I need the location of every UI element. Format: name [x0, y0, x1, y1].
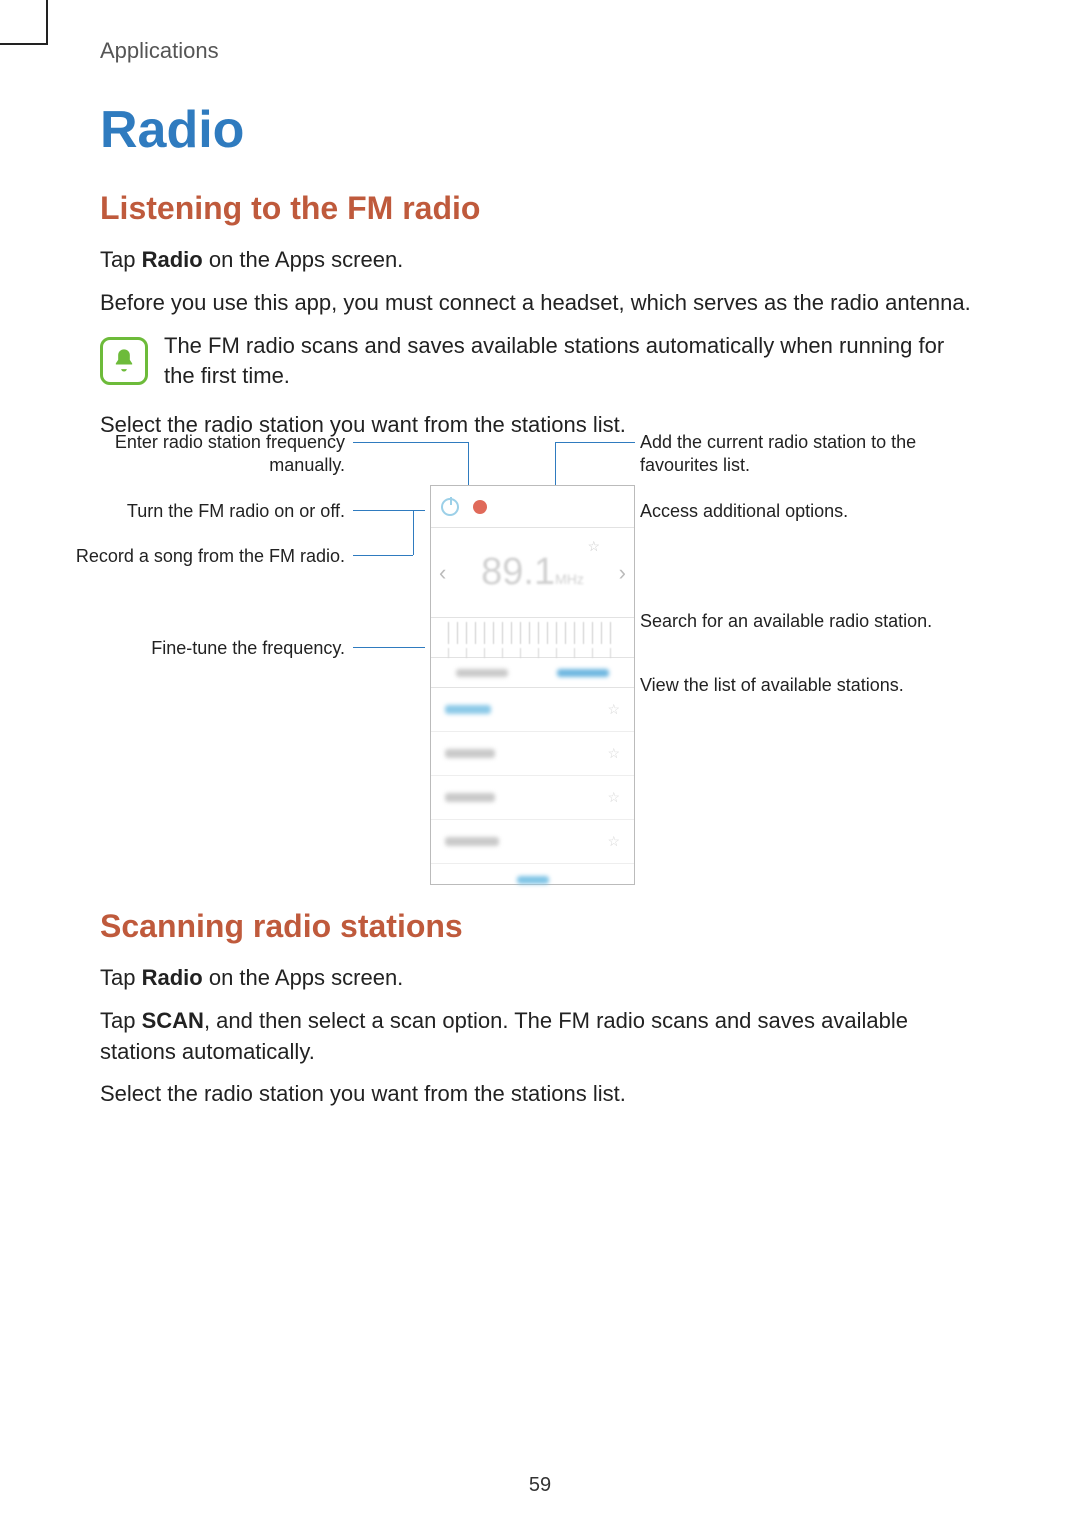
note-row: The FM radio scans and saves available s… [100, 331, 980, 393]
figure: Enter radio station frequency manually. … [70, 415, 1010, 905]
breadcrumb: Applications [100, 38, 219, 64]
section-scanning: Scanning radio stations Tap Radio on the… [100, 908, 980, 1122]
scan-button-row [431, 864, 634, 896]
section-listening: Listening to the FM radio Tap Radio on t… [100, 190, 980, 453]
connector-line [468, 442, 469, 485]
connector-line [353, 510, 425, 511]
connector-line [353, 647, 425, 648]
blurred-scan-label [517, 876, 549, 884]
star-icon: ☆ [587, 538, 600, 555]
para-select-2: Select the radio station you want from t… [100, 1079, 980, 1110]
callout-viewlist: View the list of available stations. [640, 674, 950, 697]
frequency-unit: MHz [555, 571, 584, 587]
blurred-label [445, 793, 495, 802]
crop-mark [0, 0, 48, 45]
star-icon: ☆ [607, 701, 620, 718]
text: on the Apps screen. [203, 247, 404, 272]
heading-scanning: Scanning radio stations [100, 908, 980, 945]
para-tap-radio-1: Tap Radio on the Apps screen. [100, 245, 980, 276]
page-title: Radio [100, 100, 244, 160]
blurred-label [557, 669, 609, 677]
callout-manual: Enter radio station frequency manually. [70, 431, 345, 478]
chevron-left-icon: ‹ [439, 560, 446, 586]
connector-line [555, 442, 635, 443]
chevron-right-icon: › [619, 560, 626, 586]
text: Tap [100, 247, 142, 272]
station-row: ☆ [431, 732, 634, 776]
para-tap-scan: Tap SCAN, and then select a scan option.… [100, 1006, 980, 1068]
callout-fav: Add the current radio station to the fav… [640, 431, 940, 478]
bell-icon [100, 337, 148, 385]
callout-record: Record a song from the FM radio. [70, 545, 345, 568]
frequency-ruler [431, 618, 634, 658]
text: Tap [100, 1008, 142, 1033]
blurred-label [445, 705, 491, 714]
page: Applications Radio Listening to the FM r… [0, 0, 1080, 1527]
connector-line [353, 442, 468, 443]
device-screenshot: ‹ 89.1MHz › ☆ ☆ ☆ ☆ ☆ [430, 485, 635, 885]
callout-options: Access additional options. [640, 500, 940, 523]
bold-scan: SCAN [142, 1008, 204, 1033]
callout-search: Search for an available radio station. [640, 610, 940, 633]
note-text: The FM radio scans and saves available s… [164, 331, 980, 393]
star-icon: ☆ [607, 745, 620, 762]
tab-stations [533, 658, 635, 687]
blurred-label [445, 837, 499, 846]
para-tap-radio-2: Tap Radio on the Apps screen. [100, 963, 980, 994]
power-icon [441, 498, 459, 516]
station-row: ☆ [431, 776, 634, 820]
station-row: ☆ [431, 820, 634, 864]
heading-listening: Listening to the FM radio [100, 190, 980, 227]
station-row: ☆ [431, 688, 634, 732]
frequency-display: 89.1MHz [481, 551, 584, 594]
text: , and then select a scan option. The FM … [100, 1008, 908, 1064]
para-headset: Before you use this app, you must connec… [100, 288, 980, 319]
text: on the Apps screen. [203, 965, 404, 990]
bold-radio: Radio [142, 247, 203, 272]
blurred-label [445, 749, 495, 758]
ruler-ticks [448, 622, 618, 644]
record-icon [473, 500, 487, 514]
text: Tap [100, 965, 142, 990]
callout-finetune: Fine-tune the frequency. [70, 637, 345, 660]
tabs-row [431, 658, 634, 688]
star-icon: ☆ [607, 833, 620, 850]
bold-radio: Radio [142, 965, 203, 990]
frequency-value: 89.1 [481, 551, 555, 593]
star-icon: ☆ [607, 789, 620, 806]
device-main: ‹ 89.1MHz › ☆ [431, 528, 634, 618]
tab-favourites [431, 658, 533, 687]
page-number: 59 [0, 1474, 1080, 1497]
connector-line [353, 555, 413, 556]
callout-power: Turn the FM radio on or off. [70, 500, 345, 523]
blurred-label [456, 669, 508, 677]
connector-line [413, 510, 414, 555]
device-toolbar [431, 486, 634, 528]
